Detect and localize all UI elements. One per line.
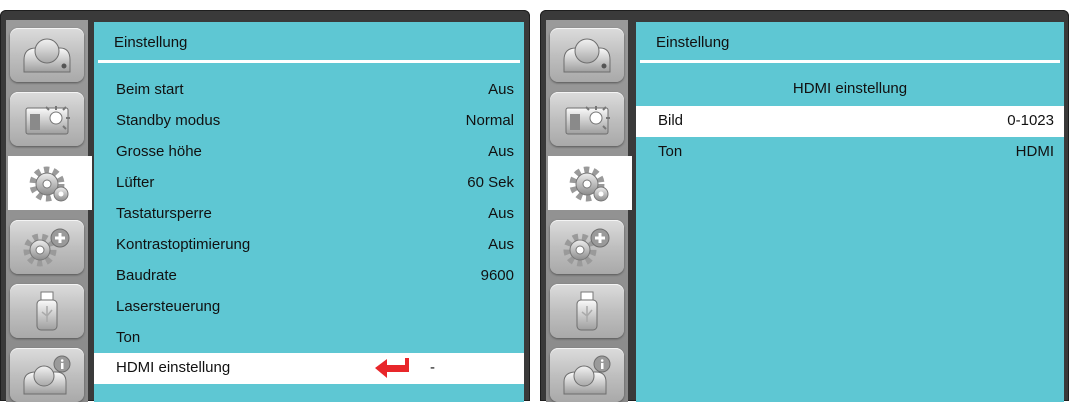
row-value: 60 Sek <box>467 174 514 191</box>
menu-screen-main: Einstellung Beim start Aus Standby modus… <box>0 10 530 402</box>
enter-arrow-icon <box>375 358 409 378</box>
sidebar-item-info[interactable] <box>10 348 84 402</box>
menu-row-luefter[interactable]: Lüfter 60 Sek <box>94 168 524 199</box>
row-label: Ton <box>116 329 141 346</box>
menu-row-ton[interactable]: Ton <box>94 323 524 354</box>
usb-icon <box>36 291 58 331</box>
row-label: HDMI einstellung <box>116 359 231 376</box>
row-value: Aus <box>488 236 514 253</box>
menu-row-baudrate[interactable]: Baudrate 9600 <box>94 261 524 292</box>
display-brightness-icon <box>25 106 70 135</box>
title-divider <box>98 60 520 63</box>
settings-gears-icon <box>29 166 69 202</box>
sidebar <box>6 20 92 402</box>
menu-row-hdmi-einstellung[interactable]: HDMI einstellung - <box>94 353 524 384</box>
menu-title: Einstellung <box>114 34 188 51</box>
sidebar-item-camera[interactable] <box>550 28 624 82</box>
camera-icon <box>23 38 71 73</box>
menu-row-standby-modus[interactable]: Standby modus Normal <box>94 106 524 137</box>
settings-gears-icon <box>569 166 609 202</box>
sidebar-item-display[interactable] <box>550 92 624 146</box>
row-value: 9600 <box>480 267 514 284</box>
sidebar-item-advanced-settings[interactable] <box>10 220 84 274</box>
sidebar-item-advanced-settings[interactable] <box>550 220 624 274</box>
menu-row-ton[interactable]: Ton HDMI <box>636 137 1064 168</box>
row-value: HDMI <box>1015 143 1054 160</box>
sidebar <box>546 20 632 402</box>
menu-title: Einstellung <box>656 34 730 51</box>
menu-row-kontrastoptimierung[interactable]: Kontrastoptimierung Aus <box>94 230 524 261</box>
info-icon <box>23 355 71 395</box>
menu-panel-einstellung: Einstellung Beim start Aus Standby modus… <box>94 22 524 402</box>
row-label: Lasersteuerung <box>116 298 221 315</box>
row-label: Baudrate <box>116 267 177 284</box>
row-value: - <box>430 359 435 376</box>
menu-panel-hdmi-einstellung: Einstellung HDMI einstellung Bild 0-1023… <box>636 22 1064 402</box>
row-value: Normal <box>465 112 514 129</box>
sidebar-item-usb[interactable] <box>550 284 624 338</box>
submenu-title: HDMI einstellung <box>792 80 908 97</box>
row-label: Grosse höhe <box>116 143 202 160</box>
sidebar-item-info[interactable] <box>550 348 624 402</box>
row-value: Aus <box>488 143 514 160</box>
menu-row-beim-start[interactable]: Beim start Aus <box>94 75 524 106</box>
info-icon <box>563 355 611 395</box>
row-label: Kontrastoptimierung <box>116 236 251 253</box>
advanced-settings-icon <box>23 228 70 267</box>
row-value: 0-1023 <box>1007 112 1054 129</box>
sidebar-item-display[interactable] <box>10 92 84 146</box>
title-divider <box>640 60 1060 63</box>
row-label: Lüfter <box>116 174 155 191</box>
usb-icon <box>576 291 598 331</box>
sidebar-item-camera[interactable] <box>10 28 84 82</box>
menu-row-lasersteuerung[interactable]: Lasersteuerung <box>94 292 524 323</box>
menu-row-bild[interactable]: Bild 0-1023 <box>636 106 1064 137</box>
sidebar-item-usb[interactable] <box>10 284 84 338</box>
menu-screen-hdmi: Einstellung HDMI einstellung Bild 0-1023… <box>540 10 1069 402</box>
row-label: Standby modus <box>116 112 221 129</box>
row-label: Beim start <box>116 81 184 98</box>
advanced-settings-icon <box>563 228 610 267</box>
camera-icon <box>563 38 611 73</box>
row-label: Ton <box>658 143 683 160</box>
sidebar-item-settings[interactable] <box>8 156 92 210</box>
row-value: Aus <box>488 205 514 222</box>
row-value: Aus <box>488 81 514 98</box>
display-brightness-icon <box>565 106 610 135</box>
sidebar-item-settings[interactable] <box>548 156 632 210</box>
menu-row-grosse-hoehe[interactable]: Grosse höhe Aus <box>94 137 524 168</box>
row-label: Tastatursperre <box>116 205 212 222</box>
menu-row-tastatursperre[interactable]: Tastatursperre Aus <box>94 199 524 230</box>
row-label: Bild <box>658 112 684 129</box>
